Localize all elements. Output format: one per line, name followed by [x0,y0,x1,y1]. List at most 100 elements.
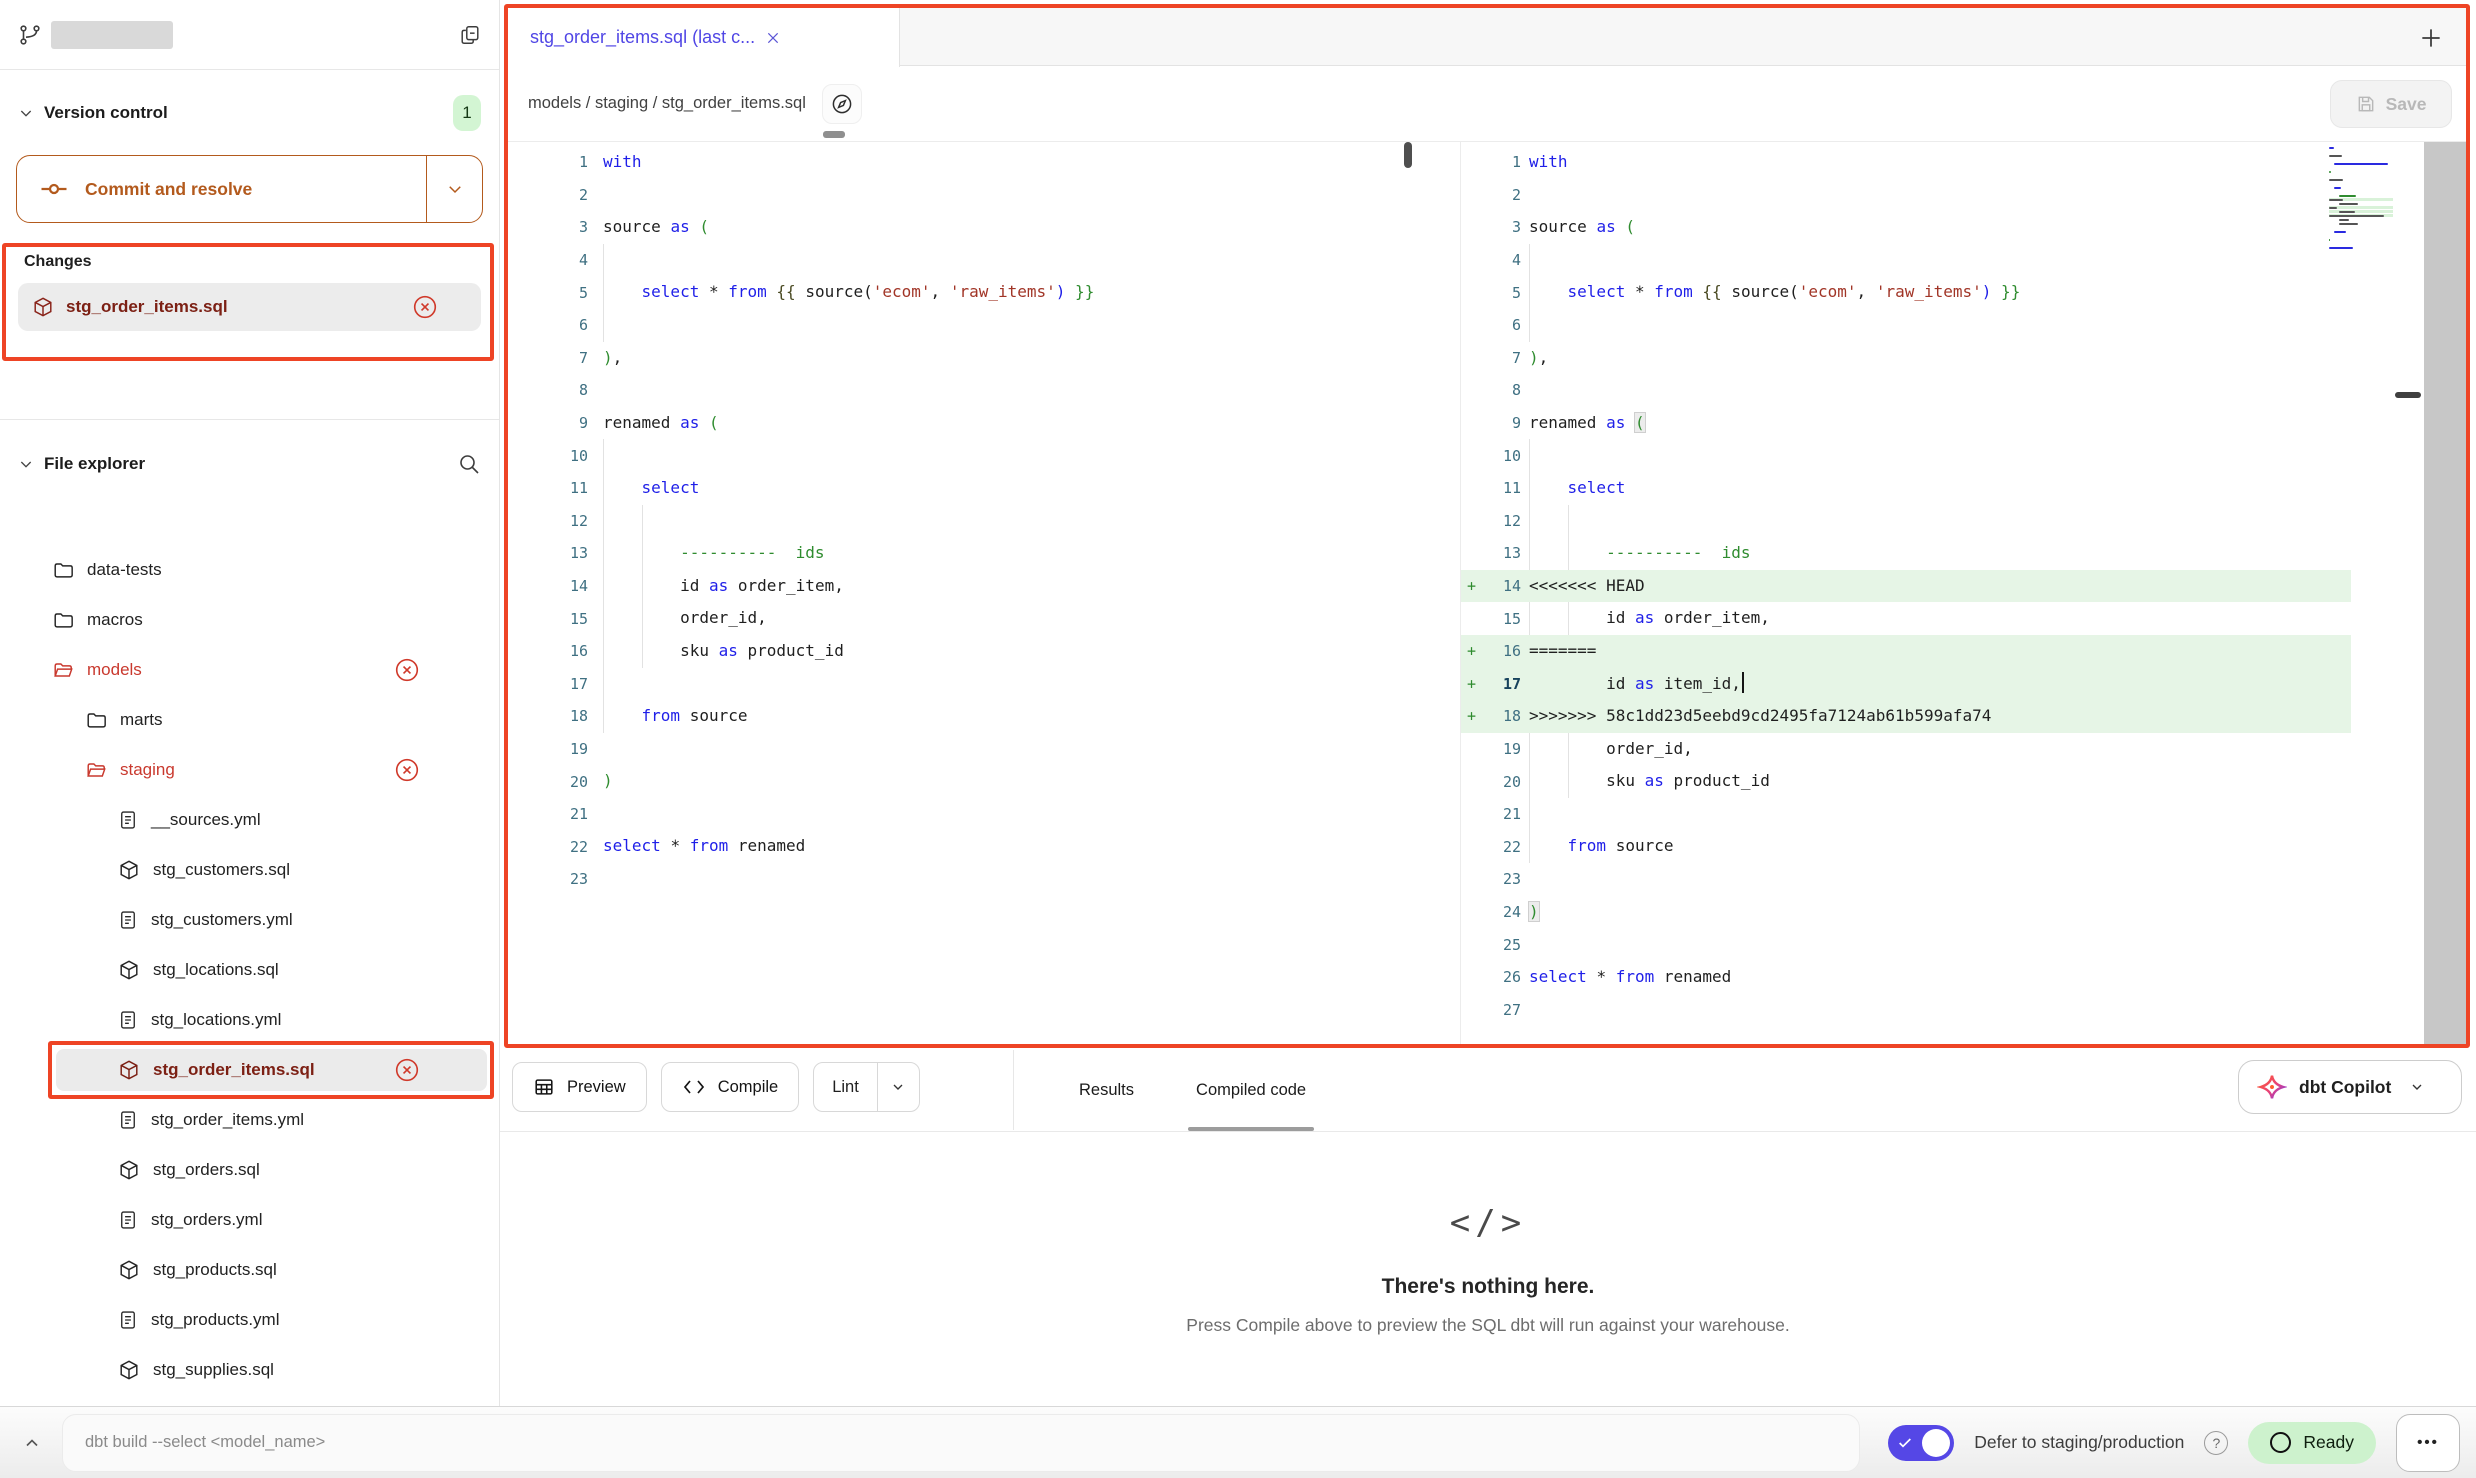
code-line[interactable]: 2 [1461,179,2351,212]
dbt-copilot-button[interactable]: dbt Copilot [2238,1060,2462,1114]
tree-item-marts[interactable]: marts [0,695,500,745]
code-line[interactable]: 1with [508,146,1460,179]
code-line[interactable]: +14<<<<<<< HEAD [1461,570,2351,603]
code-line[interactable]: 15 id as order_item, [1461,602,2351,635]
tab-compiled-code[interactable]: Compiled code [1190,1048,1312,1132]
tab-results[interactable]: Results [1073,1048,1140,1132]
revert-file-icon[interactable] [394,1057,420,1083]
branch-icon[interactable] [18,22,42,48]
editor-right-pane[interactable]: 1with23source as (45 select * from {{ so… [1460,142,2470,1048]
code-line[interactable]: 5 select * from {{ source('ecom', 'raw_i… [1461,276,2351,309]
tree-item-stg_supplies.sql[interactable]: stg_supplies.sql [0,1345,500,1395]
code-line[interactable]: 2 [508,179,1460,212]
version-control-section-header[interactable]: Version control 1 [0,95,499,131]
editor-left-pane[interactable]: 1with23source as (45 select * from {{ so… [508,142,1460,1048]
code-line[interactable]: 23 [508,863,1460,896]
code-line[interactable]: 13 ---------- ids [508,537,1460,570]
code-line[interactable]: 20 sku as product_id [1461,765,2351,798]
code-line[interactable]: 4 [1461,244,2351,277]
code-line[interactable]: 8 [508,374,1460,407]
code-line[interactable]: 10 [508,439,1460,472]
code-line[interactable]: 7), [508,342,1460,375]
code-line[interactable]: 13 ---------- ids [1461,537,2351,570]
chevron-up-icon[interactable] [22,1433,42,1453]
tree-item-data-tests[interactable]: data-tests [0,545,500,595]
code-line[interactable]: 25 [1461,928,2351,961]
code-line[interactable]: 21 [508,798,1460,831]
code-line[interactable]: 11 select [508,472,1460,505]
tree-item-stg_order_items.yml[interactable]: stg_order_items.yml [0,1095,500,1145]
tree-item-stg_products.yml[interactable]: stg_products.yml [0,1295,500,1345]
tree-item-models[interactable]: models [0,645,500,695]
code-line[interactable]: 11 select [1461,472,2351,505]
tree-item-macros[interactable]: macros [0,595,500,645]
tab-stg-order-items[interactable]: stg_order_items.sql (last c... [508,8,900,67]
revert-file-icon[interactable] [412,294,438,320]
code-line[interactable]: 19 [508,733,1460,766]
commit-options-caret[interactable] [426,156,482,222]
new-tab-icon[interactable] [2418,25,2444,51]
lint-button[interactable]: Lint [814,1063,877,1111]
code-line[interactable]: 1with [1461,146,2351,179]
code-line[interactable]: 9renamed as ( [508,407,1460,440]
search-icon[interactable] [457,452,481,476]
code-line[interactable]: 27 [1461,993,2351,1026]
defer-toggle[interactable] [1888,1425,1954,1461]
tree-item-__sources.yml[interactable]: __sources.yml [0,795,500,845]
code-line[interactable]: 17 [508,668,1460,701]
code-line[interactable]: 10 [1461,439,2351,472]
code-line[interactable]: 12 [1461,505,2351,538]
code-line[interactable]: 21 [1461,798,2351,831]
editor-scrollbar-thumb[interactable] [2395,392,2421,398]
copy-icon[interactable] [459,23,481,47]
code-line[interactable]: 19 order_id, [1461,733,2351,766]
code-line[interactable]: 7), [1461,342,2351,375]
changed-file-row[interactable]: stg_order_items.sql [18,283,481,331]
code-line[interactable]: 16 sku as product_id [508,635,1460,668]
code-line[interactable]: 6 [508,309,1460,342]
code-line[interactable]: 8 [1461,374,2351,407]
code-line[interactable]: +17 id as item_id, [1461,668,2351,701]
close-tab-icon[interactable] [765,30,781,46]
tree-item-stg_customers.sql[interactable]: stg_customers.sql [0,845,500,895]
code-line[interactable]: 14 id as order_item, [508,570,1460,603]
commit-and-resolve-button[interactable]: Commit and resolve [16,155,483,223]
file-explorer-section-header[interactable]: File explorer [0,442,499,486]
save-button[interactable]: Save [2330,80,2452,128]
code-line[interactable]: +18>>>>>>> 58c1dd23d5eebd9cd2495fa7124ab… [1461,700,2351,733]
tree-item-staging[interactable]: staging [0,745,500,795]
code-line[interactable]: 3source as ( [508,211,1460,244]
command-input[interactable]: dbt build --select <model_name> [62,1414,1860,1472]
code-line[interactable]: 22 from source [1461,830,2351,863]
tree-item-stg_locations.yml[interactable]: stg_locations.yml [0,995,500,1045]
tree-item-stg_order_items.sql[interactable]: stg_order_items.sql [0,1045,500,1095]
lint-options-caret[interactable] [877,1063,919,1111]
code-line[interactable]: +16======= [1461,635,2351,668]
code-line[interactable]: 18 from source [508,700,1460,733]
code-line[interactable]: 20) [508,765,1460,798]
code-line[interactable]: 12 [508,505,1460,538]
tree-item-stg_customers.yml[interactable]: stg_customers.yml [0,895,500,945]
left-pane-scrollbar-thumb[interactable] [1404,142,1412,168]
tree-item-stg_locations.sql[interactable]: stg_locations.sql [0,945,500,995]
tree-item-stg_orders.sql[interactable]: stg_orders.sql [0,1145,500,1195]
status-badge[interactable]: Ready [2248,1422,2376,1464]
code-line[interactable]: 15 order_id, [508,602,1460,635]
code-line[interactable]: 23 [1461,863,2351,896]
file-history-button[interactable] [822,84,862,124]
more-options-button[interactable]: ••• [2396,1414,2460,1472]
preview-button[interactable]: Preview [512,1062,647,1112]
code-line[interactable]: 26select * from renamed [1461,961,2351,994]
code-line[interactable]: 3source as ( [1461,211,2351,244]
code-line[interactable]: 4 [508,244,1460,277]
editor-scrollbar[interactable] [2424,142,2468,1048]
minimap[interactable] [2329,146,2393,254]
code-line[interactable]: 9renamed as ( [1461,407,2351,440]
code-line[interactable]: 24) [1461,896,2351,929]
code-line[interactable]: 5 select * from {{ source('ecom', 'raw_i… [508,276,1460,309]
code-line[interactable]: 6 [1461,309,2351,342]
revert-file-icon[interactable] [394,757,420,783]
code-line[interactable]: 22select * from renamed [508,830,1460,863]
revert-file-icon[interactable] [394,657,420,683]
compile-button[interactable]: Compile [661,1062,800,1112]
